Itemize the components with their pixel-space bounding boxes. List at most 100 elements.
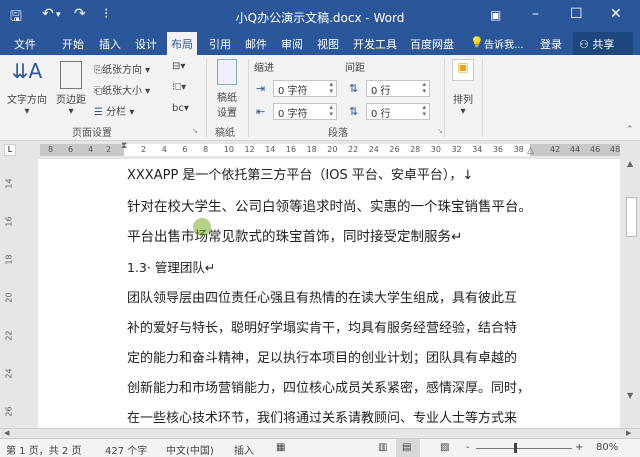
collapse-ribbon-icon[interactable]: ⌃: [626, 125, 634, 135]
close-button[interactable]: ✕: [610, 6, 622, 22]
print-layout-icon[interactable]: ▤: [396, 439, 420, 457]
ruler-tick: 34: [472, 145, 483, 154]
orientation-button[interactable]: ⎘纸张方向 ▾: [94, 61, 150, 76]
ruler-tick: 38: [513, 145, 524, 154]
dialog-launcher-icon[interactable]: ↘: [437, 127, 443, 135]
paragraph-line: 创新能力和市场营销能力，四位核心成员关系紧密，感情深厚。同时，: [127, 381, 531, 396]
ruler-tick: 6: [182, 145, 188, 154]
size-button[interactable]: ⎗纸张大小 ▾: [94, 82, 150, 97]
login-link[interactable]: 登录: [540, 36, 562, 52]
group-label-paragraph: 段落: [328, 128, 348, 139]
scroll-right-icon[interactable]: ▶: [626, 429, 631, 437]
share-label: 共享: [592, 38, 615, 51]
horizontal-scrollbar[interactable]: ◀ ▶: [0, 428, 640, 438]
indent-left-icon: ⇥: [256, 82, 266, 95]
vertical-ruler-tick: 14: [4, 178, 14, 189]
zoom-level[interactable]: 80%: [596, 442, 618, 453]
zoom-slider-thumb[interactable]: [514, 443, 517, 453]
ruler-tick: 8: [203, 145, 209, 154]
indent-right-input[interactable]: 0 字符 ▴ ▾: [273, 103, 337, 120]
tab-design[interactable]: 设计: [135, 36, 157, 52]
ruler-tick: 24: [368, 145, 379, 154]
tab-references[interactable]: 引用: [209, 36, 231, 52]
scroll-up-icon[interactable]: ▲: [627, 159, 633, 168]
arrange-icon: ▣: [452, 59, 474, 81]
text-direction-icon: ⇊A: [11, 59, 43, 83]
vertical-ruler-tick: 22: [4, 330, 14, 341]
manuscript-settings-button[interactable]: 稿纸 设置: [212, 59, 242, 119]
zoom-in-button[interactable]: +: [575, 442, 583, 453]
line-numbers-button[interactable]: ⁝⎕▾: [172, 82, 186, 93]
text-direction-button[interactable]: ⇊A 文字方向 ▾: [6, 59, 48, 117]
tab-review[interactable]: 审阅: [281, 36, 303, 52]
spacing-before-input[interactable]: 0 行 ▴ ▾: [366, 80, 430, 97]
indent-marker[interactable]: ⧗: [121, 141, 127, 151]
indent-label: 缩进: [254, 63, 274, 74]
zoom-slider[interactable]: [476, 448, 572, 449]
indent-left-input[interactable]: 0 字符 ▴ ▾: [273, 80, 337, 97]
tab-baidu-netdisk[interactable]: 百度网盘: [410, 36, 454, 52]
paper-size-icon: ⎗: [94, 86, 102, 97]
arrange-button[interactable]: ▣ 排列 ▾: [450, 59, 476, 117]
paragraph-line: 补的爱好与特长，聪明好学塌实肯干，均具有服务经营经验，结合特: [127, 321, 518, 336]
scroll-thumb[interactable]: [626, 197, 637, 237]
ribbon-tabs: 文件 开始 插入 设计 布局 引用 邮件 审阅 视图 开发工具 百度网盘 💡 告…: [0, 32, 640, 55]
paragraph-line: XXXAPP 是一个依托第三方平台（IOS 平台、安卓平台），↓: [127, 168, 474, 183]
window-title: 小Q办公演示文稿.docx - Word: [235, 11, 405, 25]
tab-layout[interactable]: 布局: [167, 32, 197, 55]
breaks-button[interactable]: ⊟▾: [172, 61, 185, 72]
document-page[interactable]: XXXAPP 是一个依托第三方平台（IOS 平台、安卓平台），↓ 针对在校大学生…: [38, 159, 620, 428]
ruler-tick: 4: [161, 145, 167, 154]
scroll-down-icon[interactable]: ▼: [627, 391, 633, 400]
margins-button[interactable]: 页边距 ▾: [52, 59, 90, 117]
maximize-button[interactable]: ☐: [570, 6, 583, 22]
language[interactable]: 中文(中国): [166, 442, 214, 457]
margins-icon: [60, 61, 82, 89]
macro-record-icon[interactable]: ▦: [276, 442, 285, 453]
spacing-after-input[interactable]: 0 行 ▴ ▾: [366, 103, 430, 120]
tab-mailings[interactable]: 邮件: [245, 36, 267, 52]
insert-mode[interactable]: 插入: [234, 442, 254, 457]
tab-home[interactable]: 开始: [62, 36, 84, 52]
right-indent-marker[interactable]: △: [527, 146, 534, 156]
status-bar: 第 1 页，共 2 页 427 个字 中文(中国) 插入 ▦ ▥ ▤ ▧ - +…: [0, 438, 640, 457]
tab-file[interactable]: 文件: [14, 36, 36, 52]
scroll-left-icon[interactable]: ◀: [4, 429, 9, 437]
read-mode-icon[interactable]: ▥: [378, 442, 387, 453]
ruler-tick: 2: [141, 145, 147, 154]
word-count[interactable]: 427 个字: [105, 442, 147, 457]
ruler-tick: 26: [389, 145, 400, 154]
tell-me-input[interactable]: 告诉我...: [484, 36, 524, 51]
hyphenation-button[interactable]: bc▾: [172, 103, 189, 114]
ruler-tick: 16: [285, 145, 297, 154]
page-count[interactable]: 第 1 页，共 2 页: [6, 442, 81, 457]
spacing-label: 间距: [345, 63, 365, 74]
tab-view[interactable]: 视图: [317, 36, 339, 52]
vertical-ruler-tick: 24: [4, 368, 14, 379]
columns-button[interactable]: ☰ 分栏 ▾: [94, 103, 134, 118]
web-layout-icon[interactable]: ▧: [440, 442, 449, 453]
ruler-tick: 30: [430, 145, 441, 154]
vertical-ruler-tick: 16: [4, 216, 14, 227]
zoom-out-button[interactable]: -: [466, 442, 470, 453]
ruler-tick: 22: [348, 145, 359, 154]
indent-right-icon: ⇤: [256, 105, 266, 118]
group-label-page-setup: 页面设置: [72, 128, 112, 139]
ribbon-display-options-icon[interactable]: ▣: [490, 8, 501, 22]
group-label-manuscript: 稿纸: [215, 128, 235, 139]
spacing-before-icon: ⇅: [349, 82, 359, 95]
ruler-tick: 28: [410, 145, 421, 154]
tab-selector[interactable]: L: [4, 144, 16, 156]
person-icon: ⚇: [579, 38, 593, 51]
paragraph-line: 平台出售市场常见款式的珠宝首饰，同时接受定制服务↵: [127, 229, 463, 245]
vertical-scrollbar[interactable]: ▲ ▼: [622, 159, 640, 428]
dialog-launcher-icon[interactable]: ↘: [192, 127, 198, 135]
text-direction-label: 文字方向: [7, 95, 47, 106]
heading-line: 1.3· 管理团队↵: [127, 260, 216, 275]
manuscript-icon: [217, 59, 237, 85]
minimize-button[interactable]: –: [532, 6, 539, 22]
tab-insert[interactable]: 插入: [99, 36, 121, 52]
share-button[interactable]: ⚇ 共享: [573, 32, 633, 55]
vertical-ruler: 1416182022242628: [0, 159, 22, 454]
tab-developer[interactable]: 开发工具: [353, 36, 397, 52]
